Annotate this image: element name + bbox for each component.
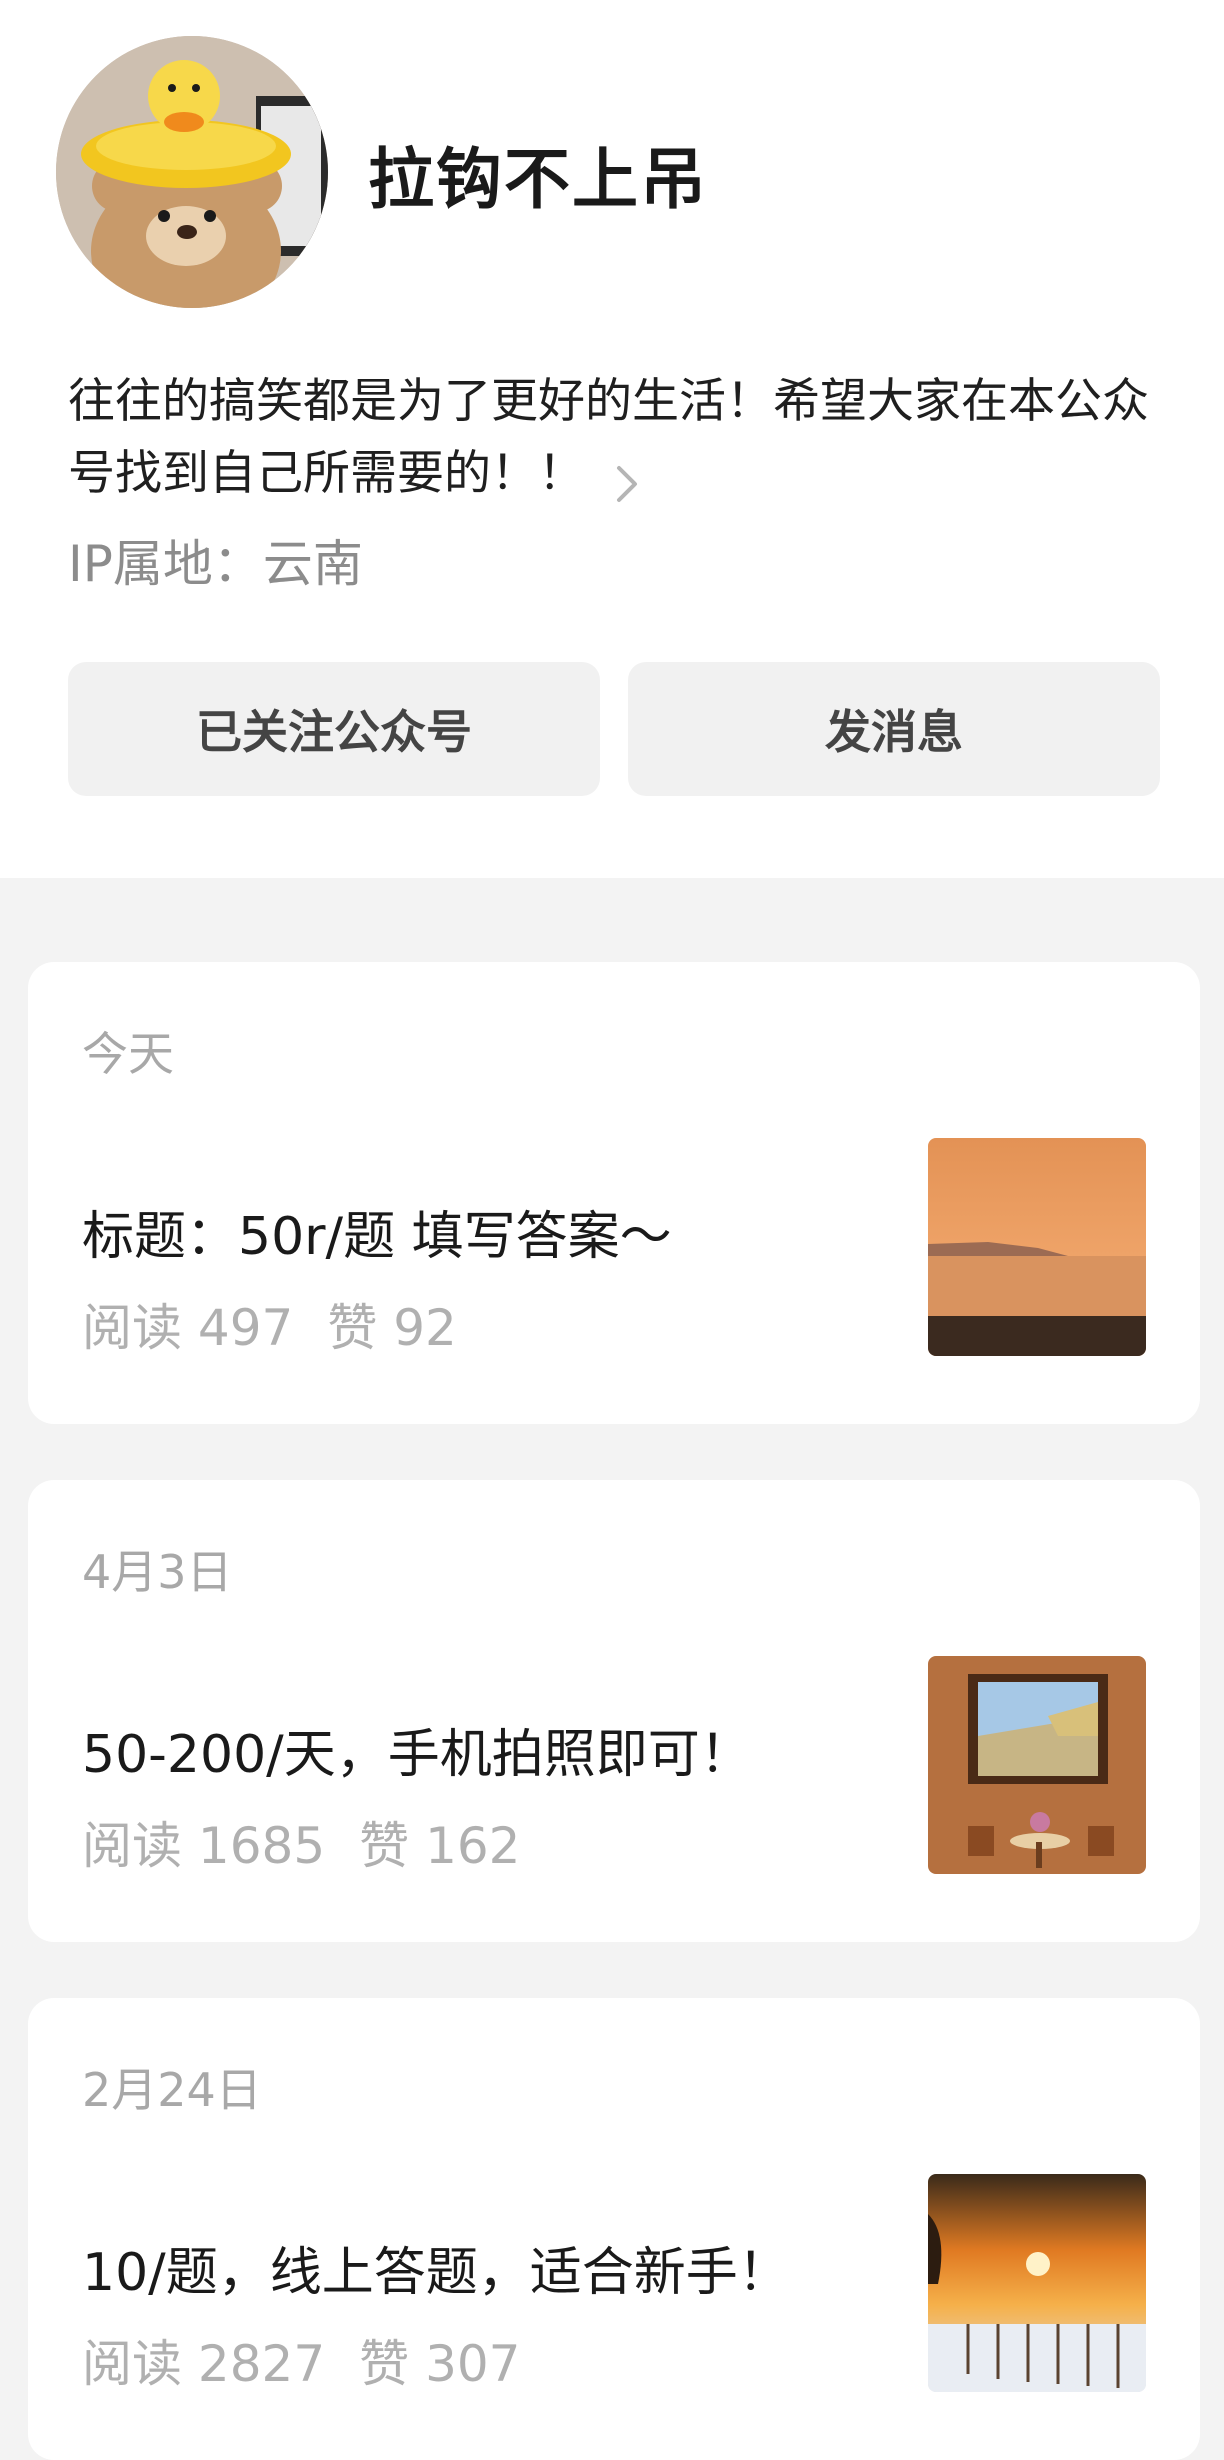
- read-label: 阅读: [82, 1817, 182, 1875]
- read-label: 阅读: [82, 1299, 182, 1357]
- article-date: 2月24日: [82, 2063, 262, 2117]
- like-count: 162: [425, 1817, 521, 1875]
- like-label: 赞: [327, 1299, 378, 1357]
- read-count: 497: [197, 1299, 294, 1357]
- article-stats: 阅读 497 赞 92: [82, 1288, 457, 1360]
- avatar-bear-duck-image: [56, 36, 328, 308]
- read-label: 阅读: [82, 2335, 182, 2393]
- account-name: 拉钩不上吊: [368, 141, 708, 218]
- article-card[interactable]: 今天 标题：50r/题 填写答案～ 阅读 497 赞 92: [28, 962, 1200, 1424]
- article-stats: 阅读 2827 赞 307: [82, 2324, 521, 2396]
- article-thumbnail-window-room[interactable]: [928, 1656, 1146, 1874]
- send-message-button[interactable]: 发消息: [628, 662, 1160, 796]
- like-label: 赞: [359, 2335, 410, 2393]
- article-card[interactable]: 4月3日 50-200/天，手机拍照即可！ 阅读 1685 赞 162: [28, 1480, 1200, 1942]
- article-title[interactable]: 50-200/天，手机拍照即可！: [82, 1712, 752, 1787]
- chevron-right-icon[interactable]: [605, 455, 649, 502]
- article-date: 今天: [82, 1027, 174, 1081]
- ip-label: IP属地：: [68, 535, 263, 593]
- read-count: 1685: [197, 1817, 326, 1875]
- ip-value: 云南: [262, 535, 363, 593]
- article-date: 4月3日: [82, 1545, 233, 1599]
- article-title[interactable]: 标题：50r/题 填写答案～: [82, 1194, 672, 1269]
- like-label: 赞: [359, 1817, 410, 1875]
- like-count: 307: [425, 2335, 521, 2393]
- like-count: 92: [393, 1299, 457, 1357]
- article-stats: 阅读 1685 赞 162: [82, 1806, 521, 1878]
- followed-account-button[interactable]: 已关注公众号: [68, 662, 600, 796]
- avatar[interactable]: [56, 36, 328, 308]
- article-card[interactable]: 2月24日 10/题，线上答题，适合新手！ 阅读 2827 赞 307: [28, 1998, 1200, 2460]
- article-thumbnail-snow-sunset[interactable]: [928, 2174, 1146, 2392]
- profile-header: 拉钩不上吊 往往的搞笑都是为了更好的生活！希望大家在本公众号找到自己所需要的！！…: [0, 0, 1224, 878]
- ip-location: IP属地：云南: [68, 524, 363, 596]
- read-count: 2827: [197, 2335, 326, 2393]
- article-thumbnail-sunset-sea[interactable]: [928, 1138, 1146, 1356]
- article-title[interactable]: 10/题，线上答题，适合新手！: [82, 2230, 790, 2305]
- bio-text[interactable]: 往往的搞笑都是为了更好的生活！希望大家在本公众号找到自己所需要的！！: [68, 366, 1178, 510]
